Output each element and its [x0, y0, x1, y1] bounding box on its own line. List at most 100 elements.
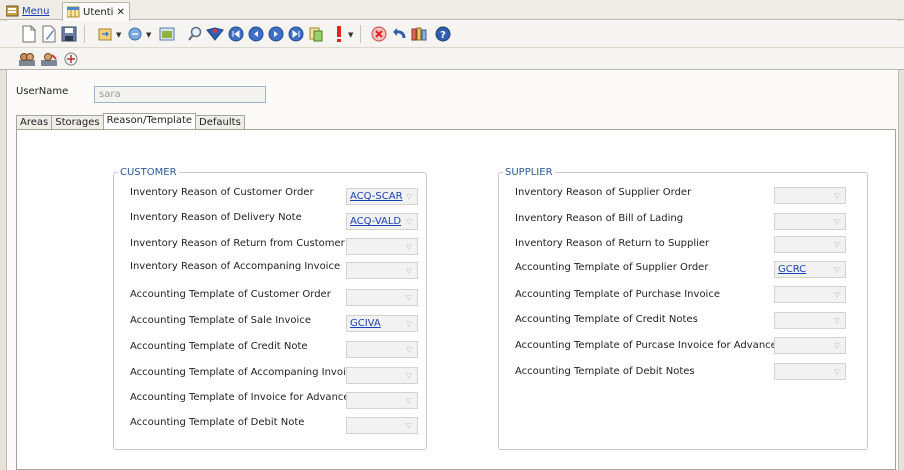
customer-row-label: Accounting Template of Credit Note [130, 341, 308, 352]
chevron-down-icon[interactable]: ▽ [829, 262, 845, 277]
customer-row-label: Accounting Template of Sale Invoice [130, 315, 311, 326]
customer-row-label: Accounting Template of Invoice for Advan… [130, 392, 350, 403]
table-icon [66, 6, 80, 18]
customer-combo[interactable]: ▽ [346, 289, 418, 306]
users-icon[interactable] [18, 50, 36, 68]
customer-row-label: Inventory Reason of Accompaning Invoice [130, 261, 341, 272]
inner-tab-bar: Areas Storages Reason/Template Defaults [16, 113, 245, 130]
secondary-toolbar [0, 48, 904, 70]
menu-icon [5, 5, 19, 17]
toolbar-separator [84, 25, 85, 43]
customer-row-label: Inventory Reason of Customer Order [130, 187, 314, 198]
chevron-down-icon[interactable]: ▽ [829, 338, 845, 353]
first-record-icon[interactable] [227, 25, 245, 43]
chevron-down-icon[interactable]: ▽ [401, 239, 417, 254]
supplier-row-label: Accounting Template of Purcase Invoice f… [515, 340, 777, 351]
customer-row-label: Inventory Reason of Delivery Note [130, 212, 302, 223]
customer-combo[interactable]: GCIVA ▽ [346, 315, 418, 332]
customer-row-label: Inventory Reason of Return from Customer [130, 238, 345, 249]
customer-combo[interactable]: ▽ [346, 417, 418, 434]
customer-group-title: CUSTOMER [118, 167, 179, 178]
tab-storages[interactable]: Storages [51, 115, 104, 130]
tab-reason-template[interactable]: Reason/Template [102, 113, 197, 130]
main-toolbar: ▼ ▼ ▼ ? [0, 21, 904, 48]
customer-combo[interactable]: ▽ [346, 262, 418, 279]
tab-menu[interactable]: Menu [2, 2, 53, 20]
supplier-combo[interactable]: ▽ [774, 363, 846, 380]
supplier-combo[interactable]: ▽ [774, 187, 846, 204]
customer-row-label: Accounting Template of Customer Order [130, 289, 331, 300]
customer-row-label: Accounting Template of Debit Note [130, 417, 305, 428]
chevron-down-icon[interactable]: ▽ [829, 364, 845, 379]
username-label: UserName [16, 86, 69, 97]
save-icon[interactable] [60, 25, 78, 43]
help-icon[interactable]: ? [434, 25, 452, 43]
chevron-down-icon[interactable]: ▽ [829, 313, 845, 328]
copy-icon[interactable] [307, 25, 325, 43]
chevron-down-icon[interactable]: ▽ [829, 287, 845, 302]
chevron-down-icon[interactable]: ▽ [829, 188, 845, 203]
supplier-row-label: Inventory Reason of Supplier Order [515, 187, 692, 198]
chevron-down-icon[interactable]: ▽ [401, 189, 417, 204]
supplier-group-title: SUPPLIER [503, 167, 555, 178]
tab-defaults[interactable]: Defaults [195, 115, 245, 130]
customer-combo[interactable]: ▽ [346, 238, 418, 255]
tab-areas[interactable]: Areas [16, 115, 53, 130]
window-left-border [0, 0, 7, 470]
chevron-down-icon[interactable]: ▽ [829, 214, 845, 229]
supplier-row-label: Accounting Template of Debit Notes [515, 366, 695, 377]
customer-combo[interactable]: ▽ [346, 341, 418, 358]
svg-text:?: ? [440, 30, 446, 41]
export-icon[interactable] [126, 25, 144, 43]
customer-combo[interactable]: ▽ [346, 392, 418, 409]
username-field[interactable]: sara [94, 86, 266, 103]
edit-doc-icon[interactable] [40, 25, 58, 43]
undo-icon[interactable] [390, 25, 408, 43]
chevron-down-icon[interactable]: ▽ [401, 368, 417, 383]
supplier-row-label: Accounting Template of Supplier Order [515, 262, 709, 273]
customer-combo[interactable]: ACQ-SCAR ▽ [346, 188, 418, 205]
supplier-combo[interactable]: ▽ [774, 312, 846, 329]
filter-icon[interactable] [206, 25, 224, 43]
chevron-down-icon[interactable]: ▽ [401, 393, 417, 408]
dropdown-arrow[interactable]: ▼ [348, 31, 353, 39]
chevron-down-icon[interactable]: ▽ [401, 263, 417, 278]
toolbar-separator [360, 25, 361, 43]
combo-value: ACQ-VALD [350, 216, 402, 227]
import-icon[interactable] [96, 25, 114, 43]
tab-menu-label: Menu [22, 5, 50, 17]
chevron-down-icon[interactable]: ▽ [829, 237, 845, 252]
supplier-combo[interactable]: ▽ [774, 236, 846, 253]
supplier-combo[interactable]: ▽ [774, 213, 846, 230]
supplier-combo[interactable]: ▽ [774, 337, 846, 354]
supplier-combo[interactable]: GCRC ▽ [774, 261, 846, 278]
customer-combo[interactable]: ACQ-VALD ▽ [346, 213, 418, 230]
chevron-down-icon[interactable]: ▽ [401, 316, 417, 331]
chevron-down-icon[interactable]: ▽ [401, 214, 417, 229]
columns-icon[interactable] [410, 25, 428, 43]
combo-value: GCIVA [350, 318, 381, 329]
close-icon[interactable]: ✕ [116, 7, 124, 18]
document-tab-strip: Menu Utenti ✕ [0, 0, 904, 21]
combo-value: GCRC [778, 264, 807, 275]
chevron-down-icon[interactable]: ▽ [401, 342, 417, 357]
new-doc-icon[interactable] [20, 25, 38, 43]
tab-utenti[interactable]: Utenti ✕ [62, 2, 130, 21]
table-icon[interactable] [158, 25, 176, 43]
settings-icon[interactable] [62, 50, 80, 68]
search-icon[interactable] [186, 25, 204, 43]
dropdown-arrow[interactable]: ▼ [146, 31, 151, 39]
previous-record-icon[interactable] [247, 25, 265, 43]
next-record-icon[interactable] [267, 25, 285, 43]
exclamation-icon[interactable] [330, 25, 348, 43]
supplier-row-label: Accounting Template of Purchase Invoice [515, 289, 720, 300]
supplier-row-label: Inventory Reason of Bill of Lading [515, 213, 684, 224]
customer-combo[interactable]: ▽ [346, 367, 418, 384]
dropdown-arrow[interactable]: ▼ [116, 31, 121, 39]
chevron-down-icon[interactable]: ▽ [401, 418, 417, 433]
delete-icon[interactable] [370, 25, 388, 43]
chevron-down-icon[interactable]: ▽ [401, 290, 417, 305]
user-edit-icon[interactable] [40, 50, 58, 68]
last-record-icon[interactable] [287, 25, 305, 43]
supplier-combo[interactable]: ▽ [774, 286, 846, 303]
